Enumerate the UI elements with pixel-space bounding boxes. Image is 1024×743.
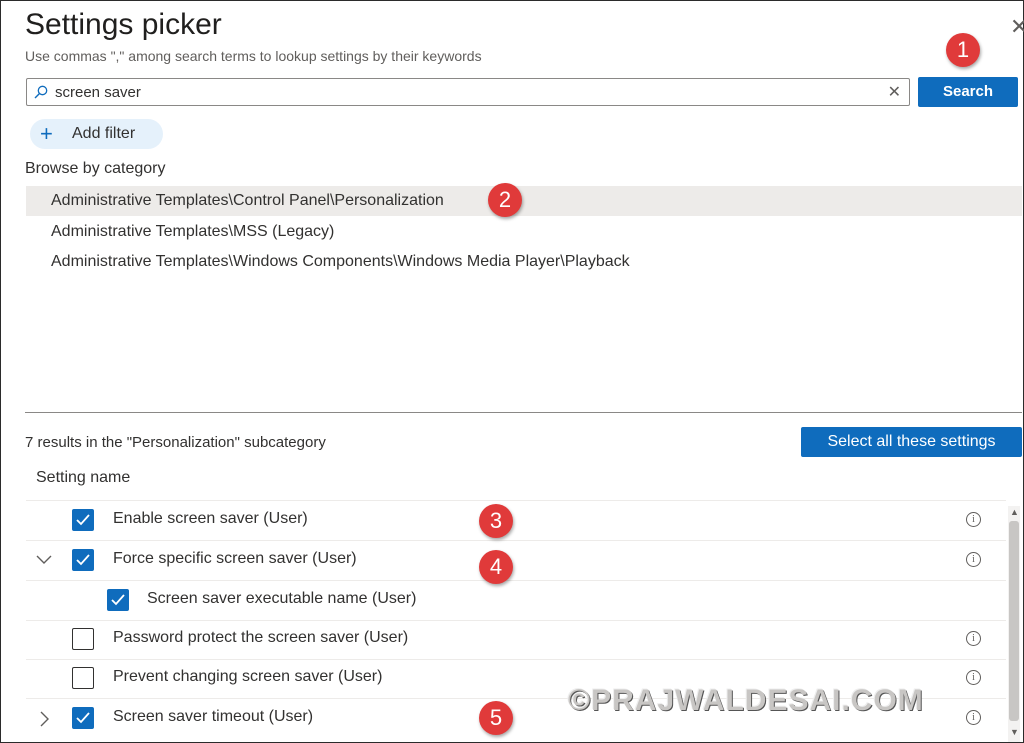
table-row: Enable screen saver (User) i (26, 501, 1006, 539)
info-icon[interactable]: i (966, 710, 981, 725)
search-input[interactable] (55, 81, 875, 103)
annotation-badge: 4 (479, 550, 513, 584)
scroll-down-arrow-icon[interactable]: ▼ (1010, 727, 1019, 737)
select-all-button[interactable]: Select all these settings (801, 427, 1022, 457)
annotation-badge: 3 (479, 504, 513, 538)
setting-checkbox[interactable] (107, 589, 129, 611)
chevron-right-icon[interactable] (40, 711, 50, 727)
page-subtitle: Use commas "," among search terms to loo… (25, 48, 482, 64)
setting-checkbox[interactable] (72, 549, 94, 571)
setting-checkbox[interactable] (72, 667, 94, 689)
annotation-badge: 2 (488, 183, 522, 217)
browse-by-category-heading: Browse by category (25, 160, 166, 177)
clear-search-icon[interactable]: ✕ (888, 82, 901, 102)
page-title: Settings picker (25, 8, 222, 41)
setting-label: Screen saver executable name (User) (147, 590, 417, 607)
annotation-badge: 5 (479, 701, 513, 735)
category-label: Administrative Templates\MSS (Legacy) (51, 223, 335, 240)
close-icon[interactable]: ✕ (1010, 14, 1024, 40)
info-icon[interactable]: i (966, 552, 981, 567)
setting-checkbox[interactable] (72, 707, 94, 729)
checkmark-icon (76, 712, 90, 724)
scrollbar-thumb[interactable] (1009, 521, 1019, 721)
search-icon (34, 85, 48, 99)
setting-label: Password protect the screen saver (User) (113, 629, 409, 646)
table-row: Screen saver executable name (User) (26, 581, 1006, 619)
setting-label: Screen saver timeout (User) (113, 708, 314, 725)
plus-icon: + (40, 121, 53, 146)
category-label: Administrative Templates\Windows Compone… (51, 253, 630, 270)
category-label: Administrative Templates\Control Panel\P… (51, 192, 444, 209)
add-filter-label: Add filter (72, 125, 136, 142)
search-button[interactable]: Search (918, 77, 1018, 107)
info-icon[interactable]: i (966, 670, 981, 685)
section-divider (25, 412, 1022, 413)
info-icon[interactable]: i (966, 631, 981, 646)
watermark: ©PRAJWALDESAI.COM (568, 684, 924, 717)
chevron-down-icon[interactable] (36, 555, 52, 565)
table-row: Password protect the screen saver (User)… (26, 620, 1006, 658)
category-item[interactable]: Administrative Templates\Windows Compone… (26, 247, 1022, 277)
checkmark-icon (111, 594, 125, 606)
setting-checkbox[interactable] (72, 509, 94, 531)
scroll-up-arrow-icon[interactable]: ▲ (1010, 507, 1019, 517)
column-header-setting-name[interactable]: Setting name (36, 469, 130, 487)
checkmark-icon (76, 514, 90, 526)
info-icon[interactable]: i (966, 512, 981, 527)
category-item[interactable]: Administrative Templates\Control Panel\P… (26, 186, 1022, 216)
table-row: Force specific screen saver (User) i (26, 541, 1006, 579)
setting-checkbox[interactable] (72, 628, 94, 650)
category-item[interactable]: Administrative Templates\MSS (Legacy) (26, 217, 1022, 247)
setting-label: Enable screen saver (User) (113, 510, 308, 527)
setting-label: Force specific screen saver (User) (113, 550, 357, 567)
add-filter-button[interactable]: + Add filter (30, 119, 163, 149)
results-summary: 7 results in the "Personalization" subca… (25, 434, 326, 451)
checkmark-icon (76, 554, 90, 566)
search-box: ✕ (26, 78, 910, 106)
setting-label: Prevent changing screen saver (User) (113, 668, 383, 685)
annotation-badge: 1 (946, 33, 980, 67)
